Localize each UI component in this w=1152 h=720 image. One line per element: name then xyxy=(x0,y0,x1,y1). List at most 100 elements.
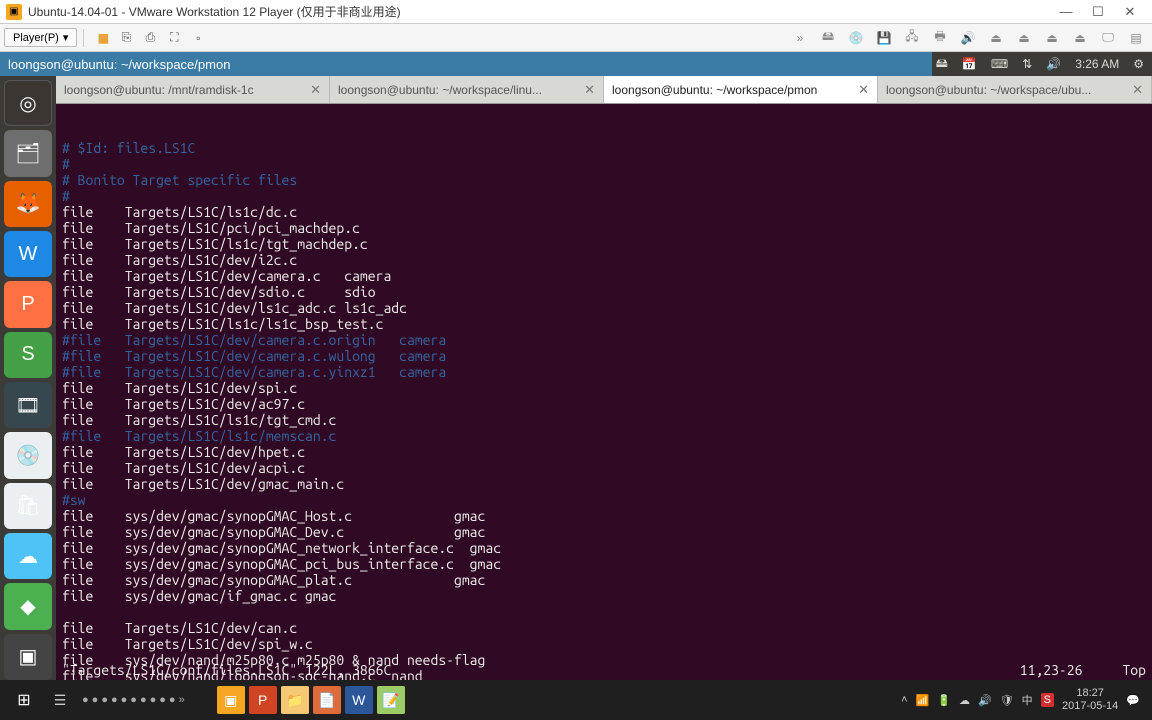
ql-icon-10[interactable]: ● xyxy=(169,694,176,706)
ubuntu-menu-bar: loongson@ubuntu: ~/workspace/pmon 🖴 📅 ⌨ … xyxy=(0,52,1152,76)
launcher-wps-presentation-icon[interactable]: P xyxy=(4,281,52,327)
terminal-tab-1[interactable]: loongson@ubuntu: ~/workspace/linu...✕ xyxy=(330,76,604,103)
ql-icon-9[interactable]: ● xyxy=(159,694,166,706)
device-hdd-icon[interactable]: 🖴 xyxy=(818,28,838,48)
launcher-firefox-icon[interactable]: 🦊 xyxy=(4,181,52,227)
vmware-logo-icon: ▣ xyxy=(6,4,22,20)
unity-mode-icon[interactable]: ▫ xyxy=(188,28,208,48)
tray-battery-icon[interactable]: 🔋 xyxy=(937,694,951,707)
terminal-line: file Targets/LS1C/dev/i2c.c xyxy=(62,252,1146,268)
close-button[interactable]: ✕ xyxy=(1114,0,1146,24)
terminal-line: file Targets/LS1C/dev/ls1c_adc.c ls1c_ad… xyxy=(62,300,1146,316)
ql-icon-6[interactable]: ● xyxy=(130,694,137,706)
menubar-gear-icon[interactable]: ⚙ xyxy=(1133,57,1144,71)
system-tray: ˄ 📶 🔋 ☁ 🔊 🛡 中 S 18:27 2017-05-14 💬 xyxy=(901,687,1148,713)
launcher-wps-spreadsheet-icon[interactable]: S xyxy=(4,332,52,378)
vmware-window-title: Ubuntu-14.04-01 - VMware Workstation 12 … xyxy=(28,3,1050,20)
windows-taskbar: ⊞ ☰ ● ● ● ● ● ● ● ● ● ● » ▣ P 📁 📄 W 📝 ˄ … xyxy=(0,680,1152,720)
tray-network-icon[interactable]: 📶 xyxy=(916,694,930,707)
terminal-tab-0[interactable]: loongson@ubuntu: /mnt/ramdisk-1c✕ xyxy=(56,76,330,103)
taskbar-notepad-icon[interactable]: 📝 xyxy=(377,686,405,714)
terminal-tab-3[interactable]: loongson@ubuntu: ~/workspace/ubu...✕ xyxy=(878,76,1152,103)
device-network-icon[interactable]: 🖧 xyxy=(902,28,922,48)
taskbar-pdf-icon[interactable]: 📄 xyxy=(313,686,341,714)
vim-status-position: Top xyxy=(1122,662,1146,678)
device-cd-icon[interactable]: 💿 xyxy=(846,28,866,48)
menubar-disk-icon[interactable]: 🖴 xyxy=(936,54,948,75)
terminal-line xyxy=(62,604,1146,620)
tray-up-icon[interactable]: ˄ xyxy=(901,694,907,706)
taskbar-vmware-icon[interactable]: ▣ xyxy=(217,686,245,714)
launcher-dash-icon[interactable]: ◎ xyxy=(4,80,52,126)
player-menu-button[interactable]: Player(P) ▾ xyxy=(4,28,77,47)
taskbar-powerpoint-icon[interactable]: P xyxy=(249,686,277,714)
ql-expand-icon[interactable]: » xyxy=(179,694,185,706)
device-print-icon[interactable]: 🖶 xyxy=(930,28,950,48)
ql-icon-3[interactable]: ● xyxy=(101,694,108,706)
ql-icon-1[interactable]: ● xyxy=(82,694,89,706)
maximize-button[interactable]: ☐ xyxy=(1082,0,1114,24)
ql-icon-4[interactable]: ● xyxy=(111,694,118,706)
menubar-network-icon[interactable]: ⇅ xyxy=(1022,57,1032,71)
close-icon[interactable]: ✕ xyxy=(584,82,595,98)
launcher-software-center-icon[interactable]: 🛍 xyxy=(4,483,52,529)
device-more-icon[interactable]: ▤ xyxy=(1126,28,1146,48)
minimize-button[interactable]: — xyxy=(1050,0,1082,24)
launcher-weather-icon[interactable]: ☁ xyxy=(4,533,52,579)
device-usb2-icon[interactable]: ⏏ xyxy=(1014,28,1034,48)
launcher-terminal-icon[interactable]: ▣ xyxy=(4,634,52,680)
launcher-wps-writer-icon[interactable]: W xyxy=(4,231,52,277)
terminal-line: file Targets/LS1C/dev/spi_w.c xyxy=(62,636,1146,652)
terminal-line: #file Targets/LS1C/ls1c/memscan.c xyxy=(62,428,1146,444)
vmware-title-bar: ▣ Ubuntu-14.04-01 - VMware Workstation 1… xyxy=(0,0,1152,24)
device-floppy-icon[interactable]: 💾 xyxy=(874,28,894,48)
pause-icon[interactable]: ▮▮ xyxy=(92,28,112,48)
tray-ime-icon[interactable]: S xyxy=(1041,693,1054,707)
start-button[interactable]: ⊞ xyxy=(4,680,44,720)
device-sound-icon[interactable]: 🔊 xyxy=(958,28,978,48)
ql-icon-8[interactable]: ● xyxy=(150,694,157,706)
close-icon[interactable]: ✕ xyxy=(858,82,869,98)
fullscreen-icon[interactable]: ⛶ xyxy=(164,28,184,48)
ql-icon-5[interactable]: ● xyxy=(121,694,128,706)
tray-ime-label[interactable]: 中 xyxy=(1022,692,1033,708)
tray-shield-icon[interactable]: 🛡 xyxy=(1000,694,1014,707)
terminal-line: file Targets/LS1C/ls1c/ls1c_bsp_test.c xyxy=(62,316,1146,332)
launcher-app-icon[interactable]: ◆ xyxy=(4,583,52,629)
terminal-line: # xyxy=(62,188,1146,204)
terminal-line: file sys/dev/gmac/synopGMAC_Host.c gmac xyxy=(62,508,1146,524)
taskview-icon[interactable]: ☰ xyxy=(46,686,74,714)
send-ctrl-alt-del-icon[interactable]: ⎘ xyxy=(116,28,136,48)
menubar-calendar-icon[interactable]: 📅 xyxy=(962,57,977,71)
launcher-files-icon[interactable]: 🗂 xyxy=(4,130,52,176)
menubar-keyboard-icon[interactable]: ⌨ xyxy=(991,57,1008,71)
ubuntu-window-title: loongson@ubuntu: ~/workspace/pmon xyxy=(0,52,932,76)
taskbar-word-icon[interactable]: W xyxy=(345,686,373,714)
device-usb1-icon[interactable]: ⏏ xyxy=(986,28,1006,48)
device-usb4-icon[interactable]: ⏏ xyxy=(1070,28,1090,48)
terminal-line: #file Targets/LS1C/dev/camera.c.origin c… xyxy=(62,332,1146,348)
taskbar-explorer-icon[interactable]: 📁 xyxy=(281,686,309,714)
device-arrow-icon[interactable]: » xyxy=(790,28,810,48)
terminal-body[interactable]: # $Id: files.LS1C## Bonito Target specif… xyxy=(56,104,1152,680)
tray-sound-icon[interactable]: 🔊 xyxy=(978,694,992,707)
tray-notifications-icon[interactable]: 💬 xyxy=(1126,694,1140,707)
close-icon[interactable]: ✕ xyxy=(1132,82,1143,98)
tray-onedrive-icon[interactable]: ☁ xyxy=(959,694,970,707)
menubar-sound-icon[interactable]: 🔊 xyxy=(1046,57,1061,71)
launcher-disk-icon[interactable]: 💿 xyxy=(4,432,52,478)
menubar-clock[interactable]: 3:26 AM xyxy=(1075,57,1119,71)
close-icon[interactable]: ✕ xyxy=(310,82,321,98)
tray-clock[interactable]: 18:27 2017-05-14 xyxy=(1062,687,1118,713)
snapshot-icon[interactable]: ⎙ xyxy=(140,28,160,48)
ql-icon-7[interactable]: ● xyxy=(140,694,147,706)
terminal-line: #sw xyxy=(62,492,1146,508)
terminal-line: file Targets/LS1C/dev/gmac_main.c xyxy=(62,476,1146,492)
terminal-tab-2[interactable]: loongson@ubuntu: ~/workspace/pmon✕ xyxy=(604,76,878,103)
device-usb3-icon[interactable]: ⏏ xyxy=(1042,28,1062,48)
ql-icon-2[interactable]: ● xyxy=(92,694,99,706)
terminal-line: #file Targets/LS1C/dev/camera.c.yinxz1 c… xyxy=(62,364,1146,380)
launcher-media-icon[interactable]: 🎞 xyxy=(4,382,52,428)
device-display-icon[interactable]: 🖵 xyxy=(1098,28,1118,48)
terminal-line: file sys/dev/gmac/synopGMAC_Dev.c gmac xyxy=(62,524,1146,540)
